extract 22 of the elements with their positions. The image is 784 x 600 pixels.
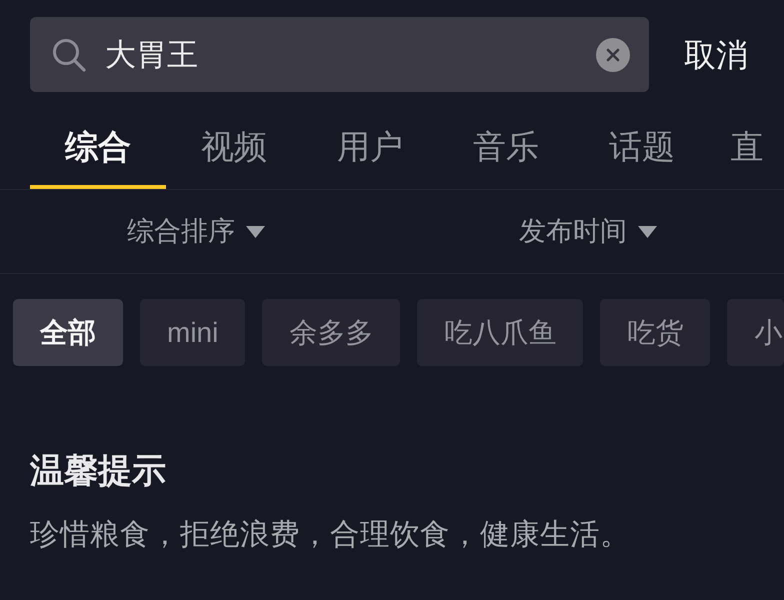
cancel-button[interactable]: 取消 [684, 38, 748, 70]
tab[interactable]: 音乐 [438, 105, 574, 189]
tab[interactable]: 话题 [574, 105, 710, 189]
tab[interactable]: 视频 [166, 105, 302, 189]
close-icon [606, 48, 620, 62]
tab[interactable]: 用户 [302, 105, 438, 189]
filter-chip[interactable]: mini [140, 299, 246, 366]
filter-chip[interactable]: 余多多 [262, 299, 400, 366]
search-icon [52, 38, 86, 72]
filter-chip[interactable]: 全部 [13, 299, 123, 366]
search-field[interactable]: 大胃王 [30, 17, 649, 92]
sort-dropdown[interactable]: 综合排序 [127, 218, 265, 245]
caret-down-icon [638, 226, 657, 238]
notice-text: 珍惜粮食，拒绝浪费，合理饮食，健康生活。 [30, 517, 630, 553]
filter-chip[interactable]: 吃货 [600, 299, 710, 366]
clear-button[interactable] [596, 38, 630, 72]
filter-chip[interactable]: 小 [727, 299, 784, 366]
notice-title: 温馨提示 [30, 451, 166, 491]
filter-chip[interactable]: 吃八爪鱼 [417, 299, 584, 366]
sort-dropdown[interactable]: 发布时间 [519, 218, 657, 245]
tab[interactable]: 直 [710, 105, 784, 189]
caret-down-icon [246, 226, 265, 238]
